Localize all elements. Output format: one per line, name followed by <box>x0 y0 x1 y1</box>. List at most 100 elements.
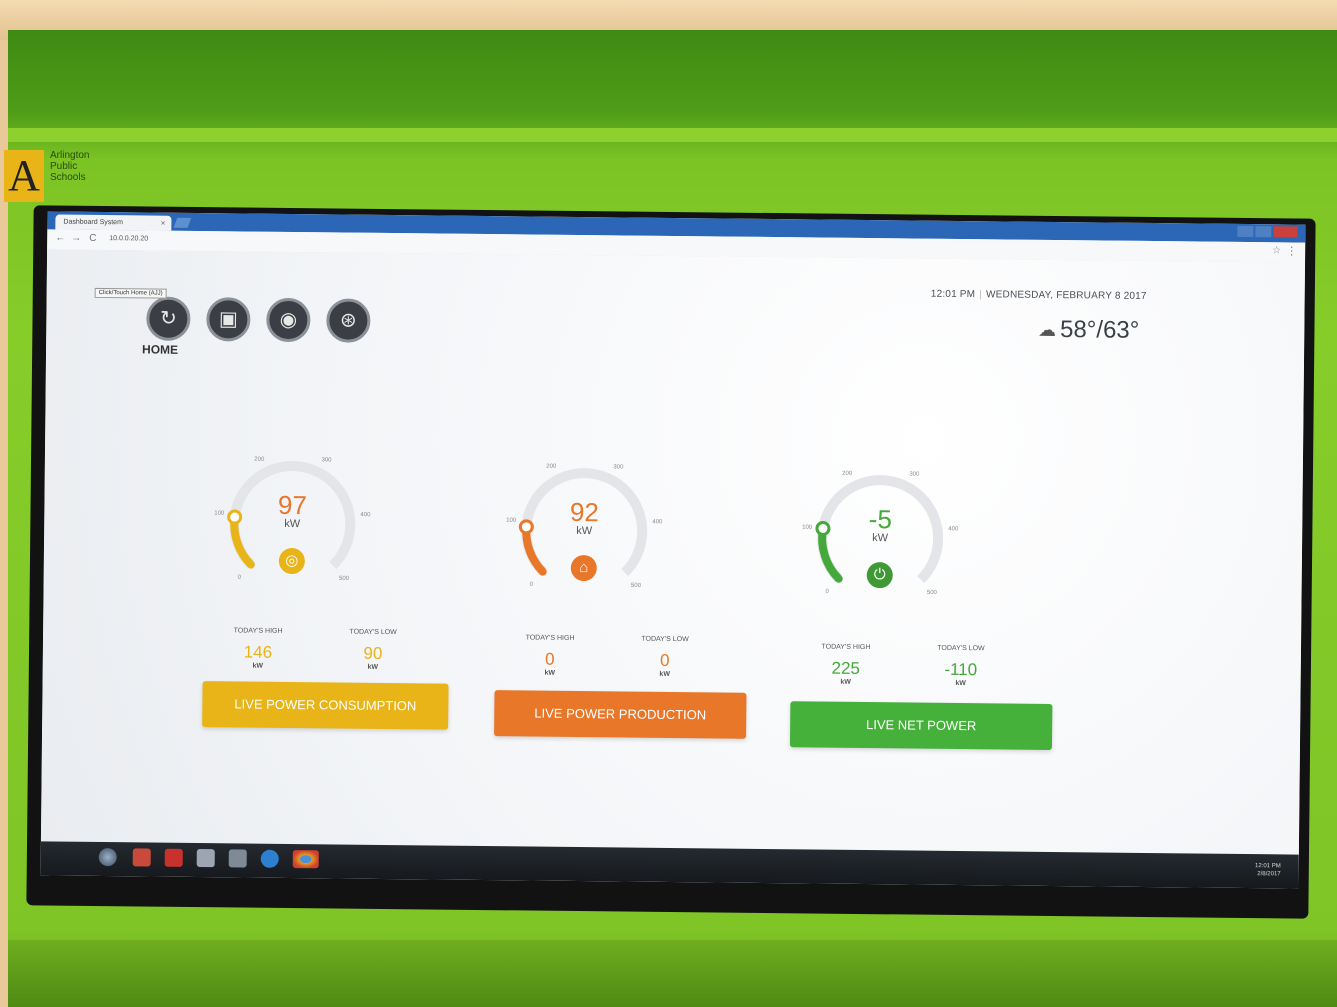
dashboard-page: ↻ ▣ ◉ ⊛ Click/Touch Home (AJJ) HOME 12:0… <box>40 249 1306 863</box>
cloud-icon: ☁ <box>1037 319 1057 340</box>
net-power-stats: TODAY'S HIGH 225 kW TODAY'S LOW -110 kW <box>791 643 1041 688</box>
high-label: TODAY'S HIGH <box>233 627 283 635</box>
consumption-value: 97 <box>277 489 308 521</box>
taskbar-time: 12:01 PM <box>1255 863 1281 870</box>
live-net-power-button[interactable]: LIVE NET POWER <box>789 701 1053 750</box>
todays-low: TODAY'S LOW -110 kW <box>906 644 1016 687</box>
globe-icon[interactable]: ◉ <box>266 297 311 343</box>
solar-panel-icon: ⌂ <box>570 554 597 582</box>
ie-icon[interactable] <box>260 849 279 868</box>
net-power-value: -5 <box>868 504 893 535</box>
production-value: 92 <box>569 496 600 528</box>
low-label: TODAY'S LOW <box>349 628 397 637</box>
logo-line: Schools <box>50 172 86 183</box>
gauge-tick-label: 100 <box>506 518 517 524</box>
minimize-button[interactable] <box>1237 225 1254 238</box>
start-button[interactable] <box>98 848 117 867</box>
high-value: 225 <box>831 658 861 678</box>
app-icon[interactable] <box>132 848 151 867</box>
low-unit: kW <box>955 679 966 688</box>
close-window-button[interactable] <box>1273 226 1298 238</box>
high-value: 146 <box>243 642 273 662</box>
gauge-tick-label: 100 <box>214 511 225 517</box>
gauge-fill <box>818 524 843 583</box>
gauge-tick-label: 200 <box>546 464 557 470</box>
gauge-tick-label: 400 <box>360 512 371 518</box>
logo-line: Public <box>50 161 78 172</box>
logo-text: Arlington Public Schools <box>50 150 89 183</box>
clock-time: 12:01 PM <box>930 288 976 301</box>
gauge-tick-label: 500 <box>339 576 350 582</box>
network-icon[interactable]: ⊛ <box>326 298 371 343</box>
low-value: -110 <box>944 659 978 680</box>
high-unit: kW <box>840 678 851 686</box>
back-icon[interactable]: ← <box>55 233 65 244</box>
calendar-icon[interactable]: ▣ <box>206 297 251 342</box>
nav-icon-bar: ↻ ▣ ◉ ⊛ <box>146 296 371 343</box>
browser-tab[interactable]: Dashboard System × <box>55 214 172 231</box>
gauge-knob <box>518 519 534 535</box>
frame-bottom <box>8 940 1337 1007</box>
gauge-tick-label: 400 <box>948 526 959 532</box>
gauge-tick-label: 200 <box>254 457 265 463</box>
production-reading: 92 kW <box>544 496 624 538</box>
date-text: WEDNESDAY, FEBRUARY 8 2017 <box>985 289 1147 302</box>
gauge-tick-label: 100 <box>802 525 813 531</box>
todays-high: TODAY'S HIGH 225 kW <box>791 643 901 686</box>
weather: ☁ 58°/63° <box>1038 316 1140 345</box>
live-power-production-button[interactable]: LIVE POWER PRODUCTION <box>494 690 747 739</box>
net-power-panel: 0 100 200 300 400 500 -5 kW ⏻ TODAY'S HIGH 22… <box>789 465 1053 750</box>
frame-band <box>8 128 1337 142</box>
temperature: 58°/63° <box>1059 316 1140 344</box>
production-stats: TODAY'S HIGH 0 kW TODAY'S LOW 0 kW <box>495 634 745 678</box>
app-icon[interactable] <box>228 849 247 868</box>
gauge-knob <box>815 520 831 536</box>
forward-icon[interactable]: → <box>71 233 81 244</box>
sun-icon: ◎ <box>278 547 305 575</box>
gauge-tick-label: 0 <box>238 575 242 581</box>
logo-mark: A <box>4 150 44 202</box>
taskbar-clock[interactable]: 12:01 PM 2/8/2017 <box>1255 862 1281 878</box>
new-tab-button[interactable] <box>173 217 192 228</box>
low-value: 90 <box>363 643 383 663</box>
low-unit: kW <box>367 663 379 671</box>
taskbar-date: 2/8/2017 <box>1257 871 1281 878</box>
todays-low: TODAY'S LOW 90 kW <box>318 628 428 671</box>
datetime: 12:01 PM | WEDNESDAY, FEBRUARY 8 2017 <box>931 289 1147 302</box>
net-power-unit: kW <box>872 532 889 545</box>
low-value: 0 <box>660 650 670 670</box>
low-unit: kW <box>659 670 670 678</box>
browser-menu-icon[interactable]: ⋮ <box>1286 244 1297 257</box>
tab-title: Dashboard System <box>63 218 123 227</box>
gauge-tick-label: 300 <box>909 472 920 478</box>
plug-icon: ⏻ <box>866 562 893 589</box>
production-panel: 0 100 200 300 400 500 92 kW ⌂ TODAY'S HIGH 0 … <box>494 458 747 739</box>
datetime-separator: | <box>979 289 983 301</box>
consumption-reading: 97 kW <box>252 489 332 531</box>
low-label: TODAY'S LOW <box>641 635 689 644</box>
maximize-button[interactable] <box>1255 226 1272 238</box>
gauge-tick-label: 300 <box>321 457 332 463</box>
todays-high: TODAY'S HIGH 146 kW <box>203 627 313 670</box>
monitor-screen: Dashboard System × ← → C 10.0.0.20.20 ☆ … <box>40 211 1306 889</box>
bookmark-star-icon[interactable]: ☆ <box>1272 245 1281 256</box>
folder-icon[interactable] <box>196 849 215 868</box>
gauge-tick-label: 200 <box>842 471 853 477</box>
high-unit: kW <box>252 662 264 670</box>
consumption-panel: 0 100 200 300 400 500 97 kW ◎ TODAY'S HIGH 14… <box>202 451 455 730</box>
reload-icon[interactable]: C <box>89 233 96 244</box>
gauge-tick-label: 500 <box>631 583 642 589</box>
chrome-icon[interactable] <box>292 850 319 869</box>
aps-logo: A Arlington Public Schools <box>4 150 89 202</box>
live-power-consumption-button[interactable]: LIVE POWER CONSUMPTION <box>202 681 449 730</box>
url-field[interactable]: 10.0.0.20.20 <box>109 235 148 242</box>
tab-close-icon[interactable]: × <box>161 216 166 231</box>
home-icon[interactable]: ↻ <box>146 296 191 341</box>
production-unit: kW <box>576 524 593 538</box>
high-label: TODAY'S HIGH <box>821 643 871 652</box>
gauge-tick-label: 0 <box>530 582 534 588</box>
app-icon[interactable] <box>164 848 183 867</box>
home-tooltip: Click/Touch Home (AJJ) <box>94 287 167 299</box>
gauge-tick-label: 0 <box>826 589 830 595</box>
logo-line: Arlington <box>50 150 90 161</box>
